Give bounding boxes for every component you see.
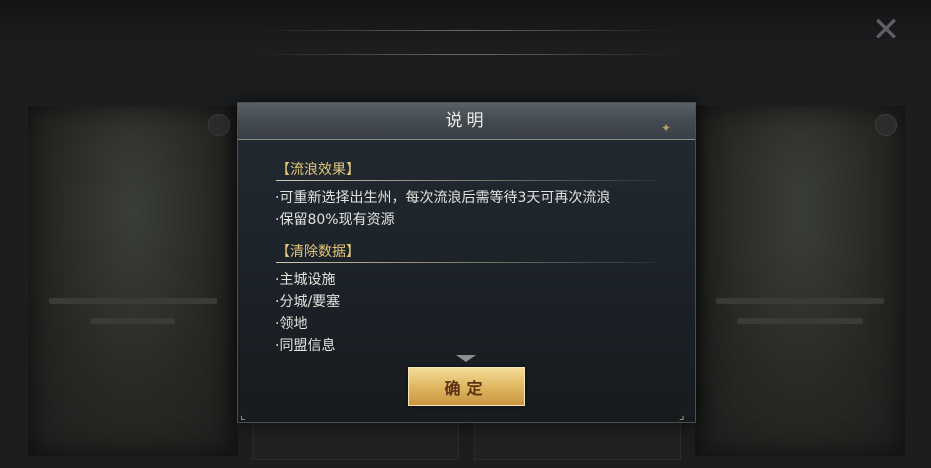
section-heading-clear-data: 【清除数据】 <box>276 241 656 263</box>
background-card-right <box>695 106 905 456</box>
background-card-right-desc <box>737 318 863 324</box>
section-heading-wander-effect: 【流浪效果】 <box>276 159 656 181</box>
list-item: ·分城/要塞 <box>275 294 341 310</box>
close-x-icon[interactable]: ✕ <box>866 10 906 50</box>
background-card-left-desc <box>49 298 217 304</box>
background-panel-bottom <box>474 418 681 460</box>
section-heading-text: 【清除数据】 <box>276 244 360 260</box>
list-item: ·保留80%现有资源 <box>275 212 395 228</box>
header-ornament-icon: ✦ <box>661 121 672 135</box>
chevron-down-icon[interactable] <box>456 355 476 362</box>
background-card-badge-icon <box>208 114 230 136</box>
background-card-badge-icon <box>875 114 897 136</box>
section-divider <box>276 180 656 181</box>
dialog-header: 说明 ✦ <box>238 103 695 140</box>
dialog-title: 说明 <box>445 111 488 131</box>
background-card-right-desc <box>716 298 884 304</box>
background-card-left-desc <box>91 318 175 324</box>
background-card-left <box>28 106 238 456</box>
background-title-line-bottom <box>255 54 675 55</box>
background-title-line-top <box>255 30 675 31</box>
confirm-button[interactable]: 确定 <box>408 367 525 406</box>
corner-ornament-icon: ⌟ <box>679 408 685 422</box>
corner-ornament-icon: ⌞ <box>240 408 246 422</box>
background-top-bar <box>0 0 931 42</box>
background-panel-bottom <box>252 418 459 460</box>
section-heading-text: 【流浪效果】 <box>276 162 360 178</box>
section-divider <box>276 262 656 263</box>
list-item: ·可重新选择出生州，每次流浪后需等待3天可再次流浪 <box>275 190 611 206</box>
list-item: ·同盟信息 <box>275 338 336 354</box>
list-item: ·领地 <box>275 316 308 332</box>
info-dialog: 说明 ✦ 【流浪效果】 ·可重新选择出生州，每次流浪后需等待3天可再次流浪 ·保… <box>237 102 696 423</box>
list-item: ·主城设施 <box>275 272 336 288</box>
